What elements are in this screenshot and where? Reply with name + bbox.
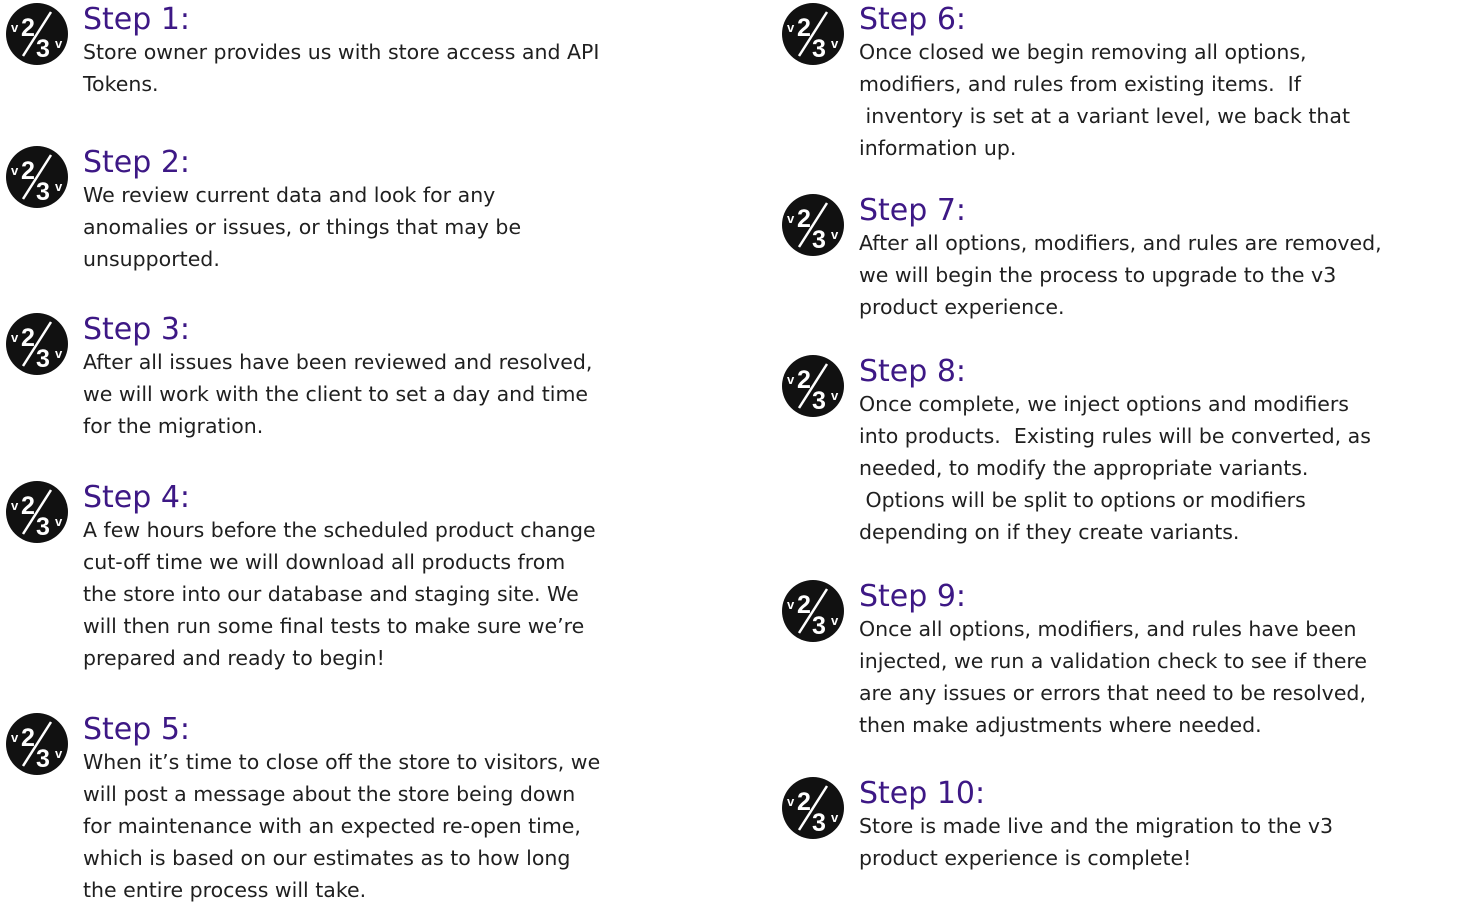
v2-to-v3-icon: v 2 3 v [5,2,69,66]
step-title: Step 9: [859,579,967,614]
v2-to-v3-icon: v 2 3 v [781,354,845,418]
badge-big-bottom: 3 [36,178,50,206]
badge-big-bottom: 3 [812,809,826,837]
step-description: Store owner provides us with store acces… [83,40,600,96]
step-title: Step 1: [83,2,191,37]
badge-big-top: 2 [21,157,35,185]
badge-big-top: 2 [21,324,35,352]
badge-big-bottom: 3 [36,35,50,63]
step-title: Step 3: [83,312,191,347]
step-title: Step 6: [859,2,967,37]
step-description: We review current data and look for any … [83,183,522,271]
v2-to-v3-icon: v 2 3 v [781,193,845,257]
step-description: After all issues have been reviewed and … [83,350,593,438]
badge-big-bottom: 3 [36,745,50,773]
badge-small-left: v [787,372,795,387]
badge-big-bottom: 3 [36,345,50,373]
v2-to-v3-icon: v 2 3 v [781,2,845,66]
badge-big-bottom: 3 [812,35,826,63]
step-description: A few hours before the scheduled product… [83,518,596,670]
badge-big-top: 2 [797,14,811,42]
badge-small-right: v [831,388,839,403]
badge-small-left: v [11,330,19,345]
badge-big-top: 2 [797,788,811,816]
step-description: Once all options, modifiers, and rules h… [859,617,1368,737]
step-description: After all options, modifiers, and rules … [859,231,1382,319]
step-title: Step 8: [859,354,967,389]
v2-to-v3-icon: v 2 3 v [781,776,845,840]
badge-small-right: v [55,179,63,194]
badge-small-left: v [11,730,19,745]
badge-small-right: v [831,36,839,51]
badge-small-left: v [11,163,19,178]
step-title: Step 7: [859,193,967,228]
badge-big-top: 2 [797,205,811,233]
badge-small-right: v [55,746,63,761]
step-title: Step 10: [859,776,986,811]
step-title: Step 2: [83,145,191,180]
step-description: When it’s time to close off the store to… [83,750,601,902]
step-title: Step 5: [83,712,191,747]
v2-to-v3-icon: v 2 3 v [781,579,845,643]
badge-small-right: v [831,810,839,825]
badge-small-right: v [831,227,839,242]
step-description: Once closed we begin removing all option… [859,40,1351,160]
badge-big-top: 2 [21,14,35,42]
v2-to-v3-icon: v 2 3 v [5,480,69,544]
badge-small-left: v [787,794,795,809]
badge-small-left: v [11,498,19,513]
badge-small-right: v [55,514,63,529]
badge-big-bottom: 3 [812,612,826,640]
v2-to-v3-icon: v 2 3 v [5,712,69,776]
badge-small-left: v [11,20,19,35]
badge-big-bottom: 3 [812,387,826,415]
badge-small-right: v [55,36,63,51]
step-title: Step 4: [83,480,191,515]
badge-big-bottom: 3 [812,226,826,254]
badge-small-right: v [55,346,63,361]
badge-small-left: v [787,211,795,226]
badge-small-left: v [787,597,795,612]
badge-small-right: v [831,613,839,628]
badge-small-left: v [787,20,795,35]
badge-big-top: 2 [797,591,811,619]
badge-big-top: 2 [21,492,35,520]
badge-big-top: 2 [21,724,35,752]
badge-big-bottom: 3 [36,513,50,541]
v2-to-v3-icon: v 2 3 v [5,312,69,376]
badge-big-top: 2 [797,366,811,394]
step-description: Store is made live and the migration to … [859,814,1334,870]
step-description: Once complete, we inject options and mod… [859,392,1371,544]
v2-to-v3-icon: v 2 3 v [5,145,69,209]
